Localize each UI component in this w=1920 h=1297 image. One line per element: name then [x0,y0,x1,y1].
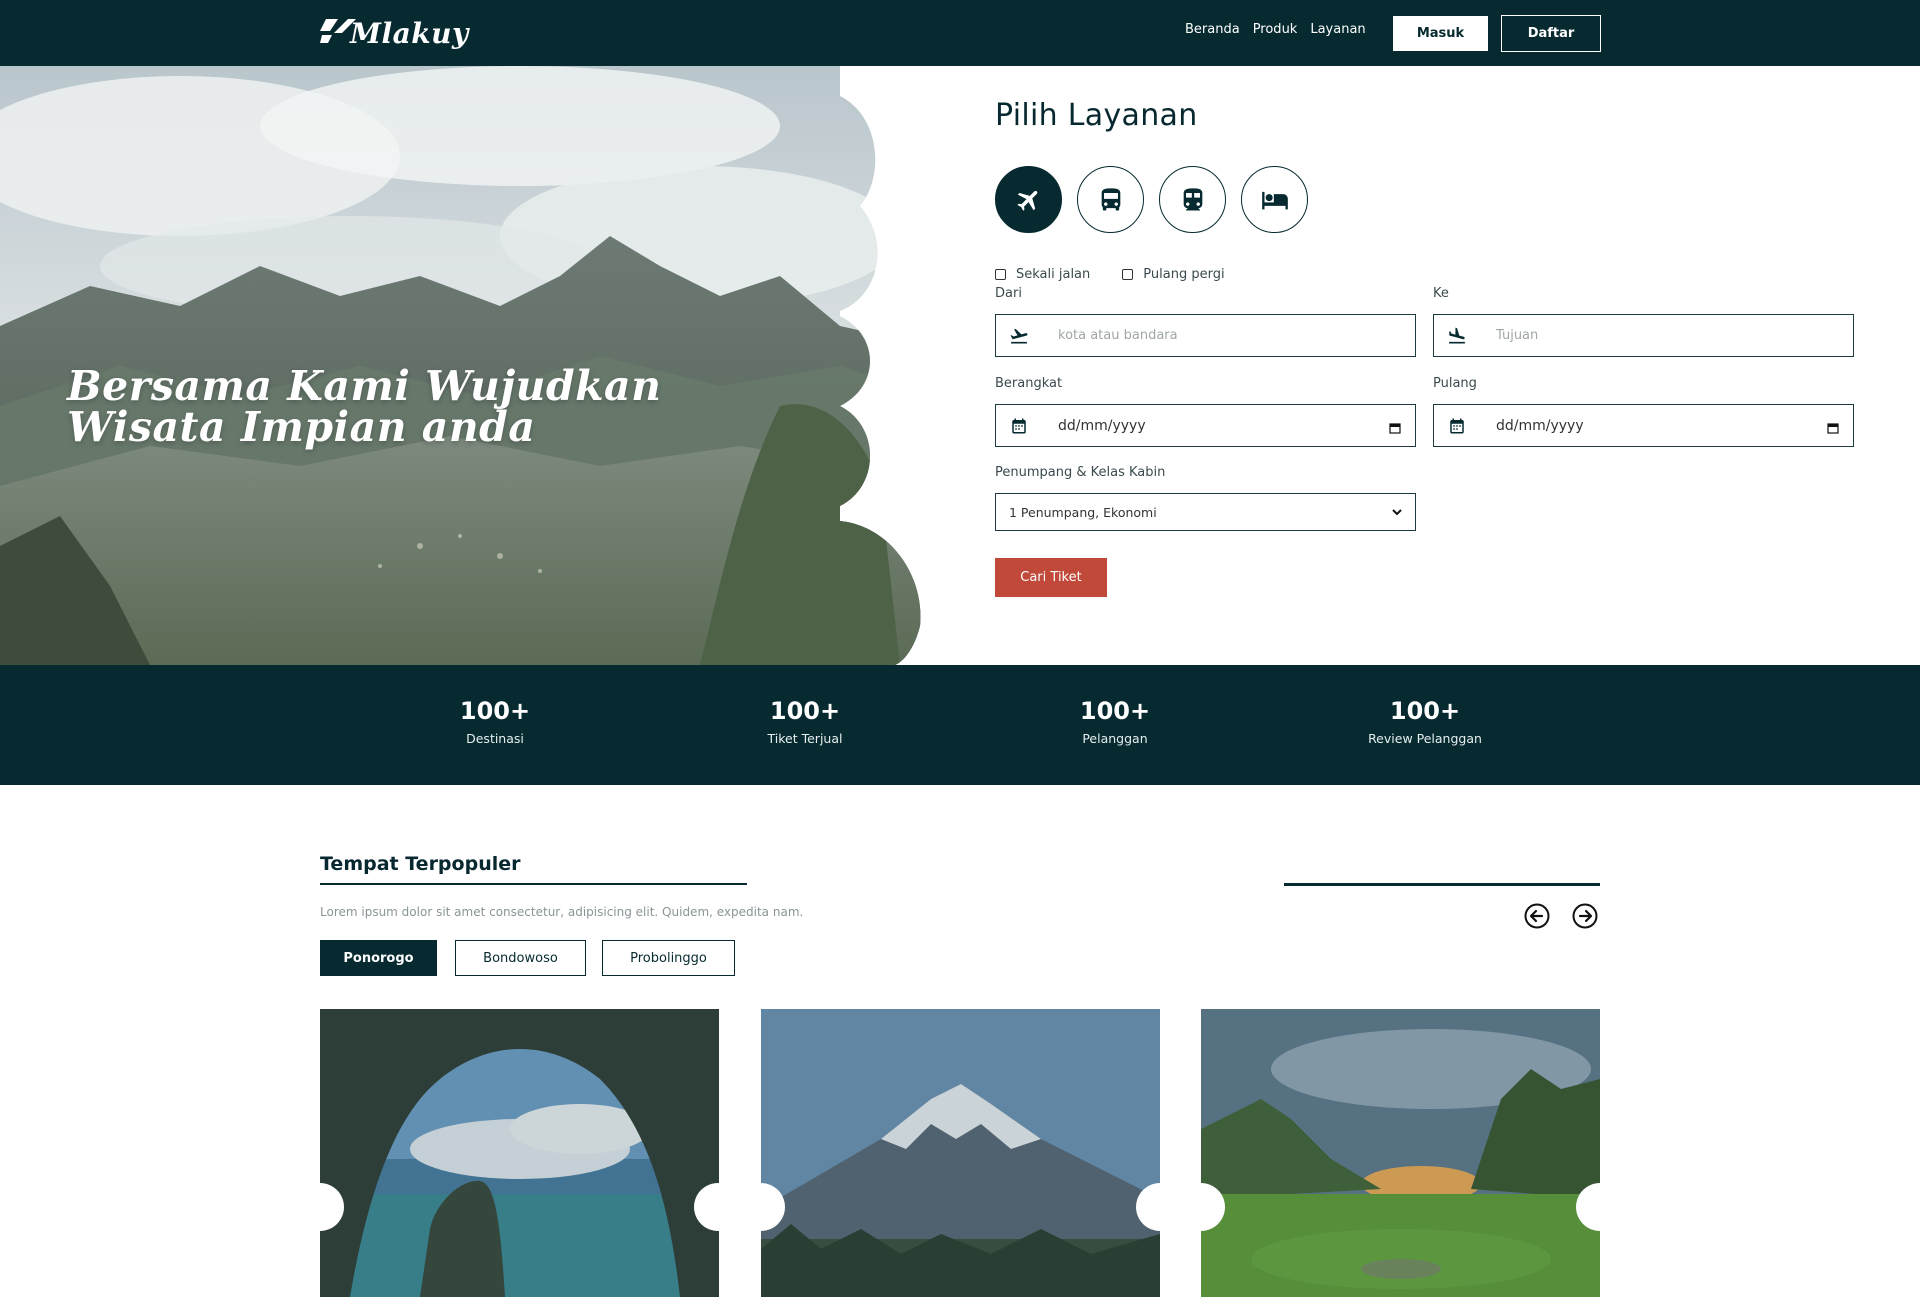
depart-date-field[interactable]: dd/mm/yyyy [995,404,1416,447]
trip-one-way-option[interactable]: Sekali jalan [995,267,1090,282]
bus-icon [1101,187,1120,210]
service-hotel-button[interactable] [1241,166,1308,233]
calendar-icon [1008,415,1030,437]
sea-cave-image [320,1009,719,1297]
stat-reviews: 100+ Review Pelanggan [1315,697,1535,746]
return-date-field[interactable]: dd/mm/yyyy [1433,404,1854,447]
top-navbar: Mlakuy Beranda Produk Layanan Masuk Daft… [0,0,1920,66]
brand-name: Mlakuy [350,16,469,50]
to-field[interactable]: Tujuan [1433,314,1854,357]
passenger-label: Penumpang & Kelas Kabin [995,465,1166,480]
stat-value: 100+ [459,697,531,725]
passenger-class-select[interactable]: 1 Penumpang, Ekonomi [995,493,1416,531]
service-flight-button[interactable] [995,166,1062,233]
stat-customers: 100+ Pelanggan [1005,697,1225,746]
brand-logo[interactable]: Mlakuy [320,12,469,54]
destination-card[interactable] [320,1009,719,1297]
card-notch [296,1183,344,1231]
next-arrow-icon[interactable] [1572,903,1598,929]
prev-arrow-icon[interactable] [1524,903,1550,929]
stats-bar: 100+ Destinasi 100+ Tiket Terjual 100+ P… [0,665,1920,785]
from-field[interactable]: kota atau bandara [995,314,1416,357]
stat-label: Destinasi [466,731,524,746]
nav-links: Beranda Produk Layanan [1185,22,1366,37]
calendar-icon [1446,415,1468,437]
stat-destinations: 100+ Destinasi [385,697,605,746]
train-icon [1183,187,1202,210]
stat-value: 100+ [1389,697,1461,725]
hero-heading-line1: Bersama Kami Wujudkan [67,362,662,410]
card-notch [737,1183,785,1231]
search-ticket-button[interactable]: Cari Tiket [995,558,1107,597]
from-label: Dari [995,286,1022,301]
booking-form: Pilih Layanan Sekali jalan Pulang pergi … [995,66,1855,665]
trip-round-trip-option[interactable]: Pulang pergi [1122,267,1225,282]
stat-value: 100+ [769,697,841,725]
date-picker-icon[interactable] [1827,419,1839,434]
stat-label: Tiket Terjual [767,731,843,746]
takeoff-icon [1008,325,1030,347]
hero-heading-line2: Wisata Impian anda [67,403,536,451]
hotel-bed-icon [1261,191,1288,209]
destination-card[interactable] [761,1009,1160,1297]
round-trip-label: Pulang pergi [1143,267,1225,282]
stat-label: Pelanggan [1082,731,1148,746]
snow-mountain-image [761,1009,1160,1297]
date-picker-icon[interactable] [1389,419,1401,434]
popular-description: Lorem ipsum dolor sit amet consectetur, … [320,905,804,919]
service-train-button[interactable] [1159,166,1226,233]
round-trip-checkbox[interactable] [1122,269,1134,280]
chevron-down-icon [1391,506,1403,518]
passenger-class-value: 1 Penumpang, Ekonomi [1009,504,1157,520]
depart-label: Berangkat [995,376,1063,391]
hero-section: Bersama Kami Wujudkan Wisata Impian anda… [0,66,1920,665]
landing-icon [1446,325,1468,347]
airplane-icon [1016,190,1037,211]
stat-label: Review Pelanggan [1368,731,1482,746]
depart-date-value: dd/mm/yyyy [1058,417,1146,434]
login-button[interactable]: Masuk [1393,16,1488,51]
destination-card[interactable] [1201,1009,1600,1297]
card-notch [694,1183,742,1231]
nav-link-produk[interactable]: Produk [1253,22,1298,37]
one-way-checkbox[interactable] [995,269,1006,280]
title-underline [320,883,747,885]
popular-places-section: Tempat Terpopuler Lorem ipsum dolor sit … [0,785,1920,1297]
from-placeholder: kota atau bandara [1058,328,1178,343]
service-bus-button[interactable] [1077,166,1144,233]
return-date-value: dd/mm/yyyy [1496,417,1584,434]
tab-bondowoso[interactable]: Bondowoso [455,940,586,976]
one-way-label: Sekali jalan [1016,267,1091,282]
hero-heading: Bersama Kami Wujudkan Wisata Impian anda [67,366,767,448]
tab-ponorogo[interactable]: Ponorogo [320,940,437,976]
popular-title: Tempat Terpopuler [320,853,521,875]
trip-type-options: Sekali jalan Pulang pergi [995,267,1225,282]
tab-probolinggo[interactable]: Probolinggo [602,940,735,976]
to-label: Ke [1433,286,1449,301]
booking-title: Pilih Layanan [995,98,1198,133]
nav-link-beranda[interactable]: Beranda [1185,22,1240,37]
stat-tickets-sold: 100+ Tiket Terjual [695,697,915,746]
register-button[interactable]: Daftar [1501,15,1601,52]
card-notch [1177,1183,1225,1231]
green-valley-image [1201,1009,1600,1297]
to-placeholder: Tujuan [1496,328,1539,343]
card-notch [1576,1183,1624,1231]
nav-link-layanan[interactable]: Layanan [1310,22,1365,37]
logo-mark-icon [320,17,358,49]
return-label: Pulang [1433,376,1477,391]
decorative-divider [1284,883,1600,886]
stat-value: 100+ [1079,697,1151,725]
